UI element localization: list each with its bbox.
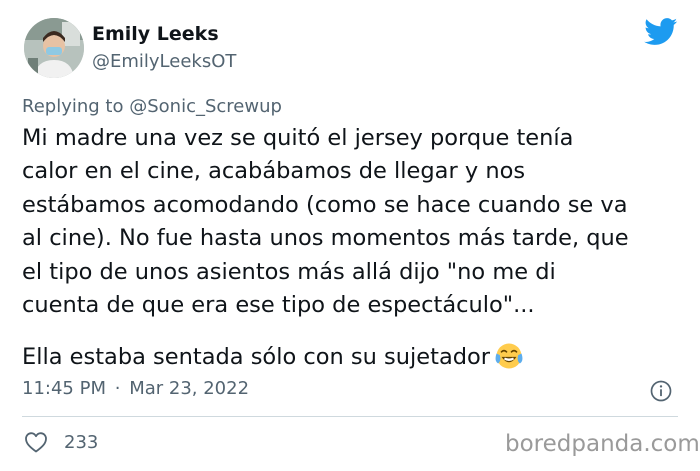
tweet-line: calor en el cine, acabábamos de llegar y… [22, 158, 526, 185]
info-icon[interactable] [650, 380, 672, 402]
user-handle[interactable]: @EmilyLeeksOT [92, 51, 236, 72]
replying-label: Replying to [22, 96, 124, 117]
avatar-image [24, 18, 84, 78]
face-with-tears-of-joy-icon [495, 343, 523, 369]
tweet-line: cuenta de que era ese tipo de espectácul… [22, 291, 535, 318]
divider [22, 416, 678, 417]
tweet-line: al cine). No fue hasta unos momentos más… [22, 225, 629, 252]
tweet-time: 11:45 PM [22, 378, 106, 399]
tweet-line: el tipo de unos asientos más allá dijo "… [22, 258, 556, 285]
heart-icon[interactable] [24, 431, 48, 453]
watermark: boredpanda.com [505, 431, 700, 457]
tweet-line: Mi madre una vez se quitó el jersey porq… [22, 125, 574, 151]
tweet-line: estábamos acomodando (como se hace cuand… [22, 191, 628, 218]
avatar[interactable] [24, 18, 84, 78]
tweet-line-last: Ella estaba sentada sólo con su sujetado… [22, 341, 682, 374]
like-count: 233 [64, 432, 99, 453]
twitter-bird-icon[interactable] [644, 18, 678, 46]
tweet-timestamp[interactable]: 11:45 PM · Mar 23, 2022 [22, 378, 249, 399]
replying-to: Replying to @Sonic_Screwup [22, 96, 282, 117]
meta-separator: · [114, 378, 121, 399]
display-name[interactable]: Emily Leeks [92, 23, 219, 45]
tweet-card: Emily Leeks @EmilyLeeksOT Replying to @S… [0, 0, 700, 471]
tweet-text: Mi madre una vez se quitó el jersey porq… [22, 122, 682, 375]
tweet-last-text: Ella estaba sentada sólo con su sujetado… [22, 344, 491, 371]
tweet-date: Mar 23, 2022 [129, 378, 250, 399]
reply-mention-link[interactable]: @Sonic_Screwup [129, 96, 282, 117]
